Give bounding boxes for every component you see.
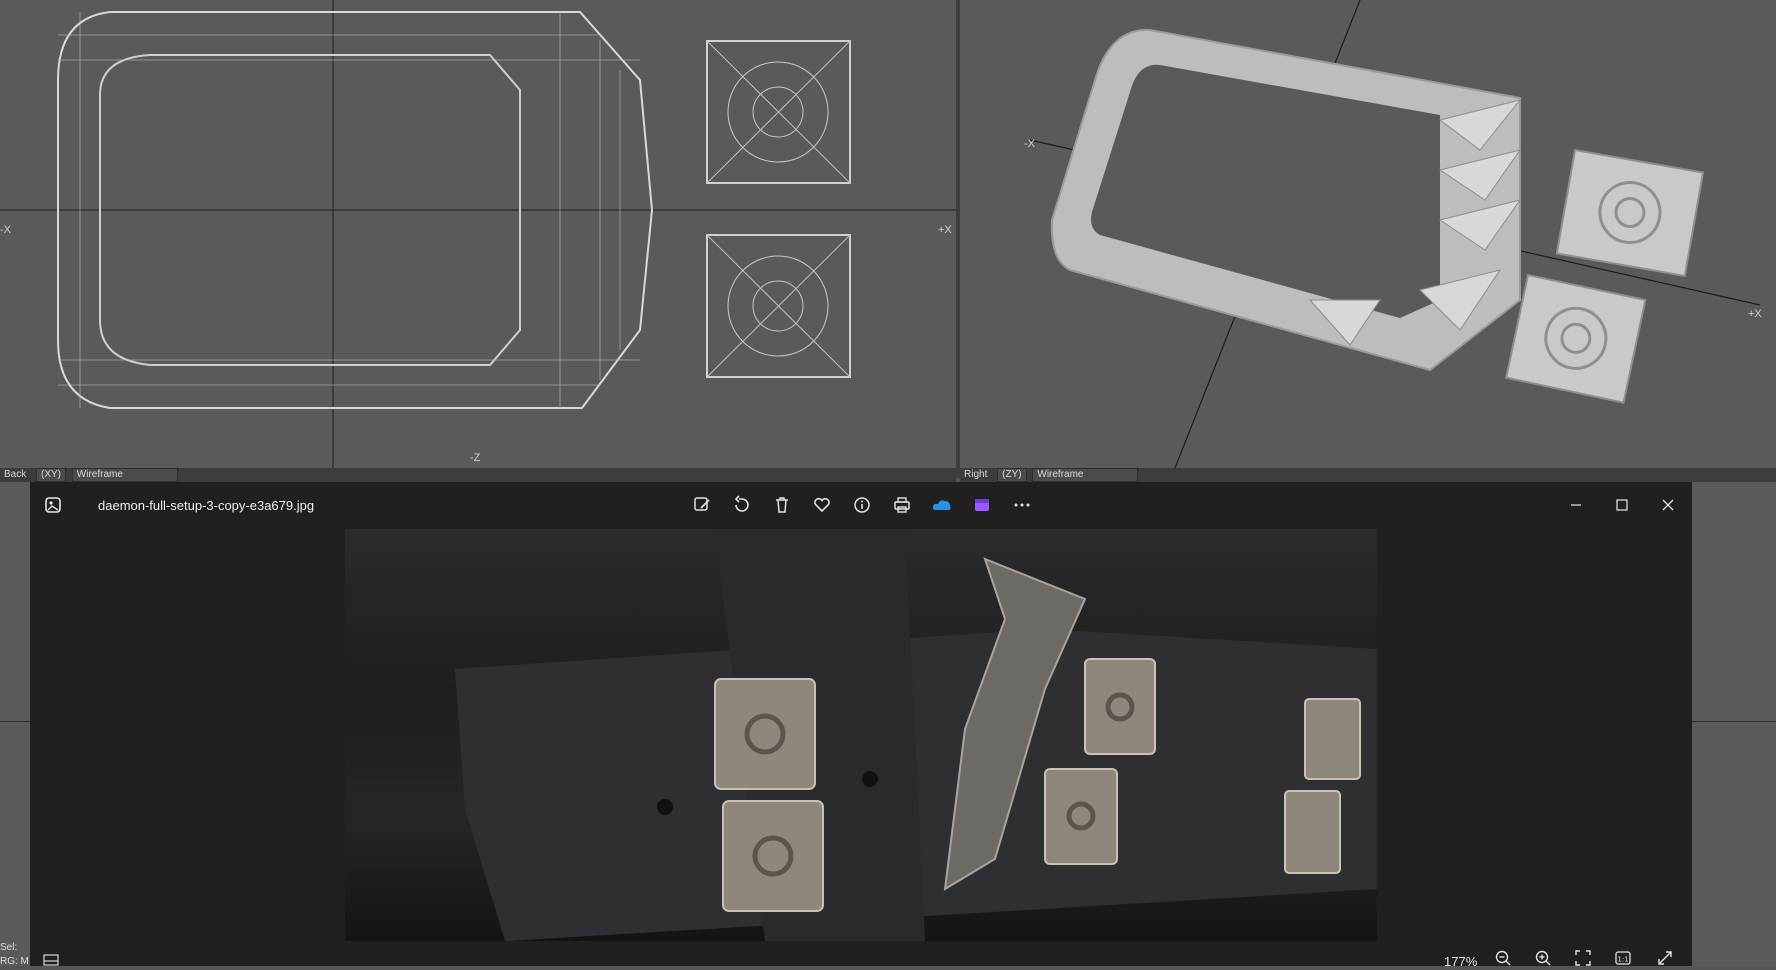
title-bar: daemon-full-setup-3-copy-e3a679.jpg [30,482,1692,528]
belt-photo-illustration [455,529,1377,941]
shading-dropdown-left[interactable]: Wireframe [71,468,178,482]
info-icon[interactable] [849,493,875,517]
photos-app-icon[interactable] [40,493,66,517]
photos-window: daemon-full-setup-3-copy-e3a679.jpg 177%… [30,482,1692,969]
axis-minus-z-label: -Z [470,452,481,464]
close-button[interactable] [1648,490,1688,520]
lower-axis-line [0,721,30,722]
file-name: daemon-full-setup-3-copy-e3a679.jpg [98,498,315,513]
plane-dropdown-right[interactable]: (ZY) [997,468,1027,482]
viewport-bar-right: Right (ZY) Wireframe [960,468,1776,482]
viewport-back[interactable]: -X +X -Z [0,0,956,468]
edit-icon[interactable] [689,493,715,517]
plane-dropdown-left[interactable]: (XY) [36,468,67,482]
view-name-right[interactable]: Right [960,468,991,482]
maximize-button[interactable] [1602,490,1642,520]
more-icon[interactable] [1009,493,1035,517]
onedrive-icon[interactable] [929,493,955,517]
shading-dropdown-right[interactable]: Wireframe [1032,468,1139,482]
wireframe-view [0,0,956,468]
rotate-icon[interactable] [729,493,755,517]
view-name-left[interactable]: Back [0,468,30,482]
sel-value: RG: M [0,956,29,967]
fit-to-window-icon[interactable] [1572,948,1594,968]
zoom-out-icon[interactable] [1492,948,1514,968]
actual-size-icon[interactable]: 1:1 [1612,948,1634,968]
zoom-in-icon[interactable] [1532,948,1554,968]
axis-plus-x-label-right: +X [1748,308,1762,320]
minimize-button[interactable] [1556,490,1596,520]
viewport-right[interactable]: -X +X [960,0,1776,468]
print-icon[interactable] [889,493,915,517]
favorite-icon[interactable] [809,493,835,517]
axis-minus-x-label-right: -X [1024,138,1035,150]
clipchamp-icon[interactable] [969,493,995,517]
lower-axis-line-right [1692,721,1776,722]
sel-label: Sel: [0,942,18,953]
axis-minus-x-label: -X [0,224,11,236]
svg-text:1:1: 1:1 [1617,956,1628,964]
delete-icon[interactable] [769,493,795,517]
shaded-view [1029,0,1761,468]
zoom-level: 177% [1444,954,1478,969]
photo-image[interactable] [345,529,1377,941]
panel-toggle-icon[interactable] [40,950,62,970]
axis-plus-x-label: +X [938,224,952,236]
fullscreen-icon[interactable] [1654,948,1676,968]
viewport-bar-left: Back (XY) Wireframe [0,468,956,482]
